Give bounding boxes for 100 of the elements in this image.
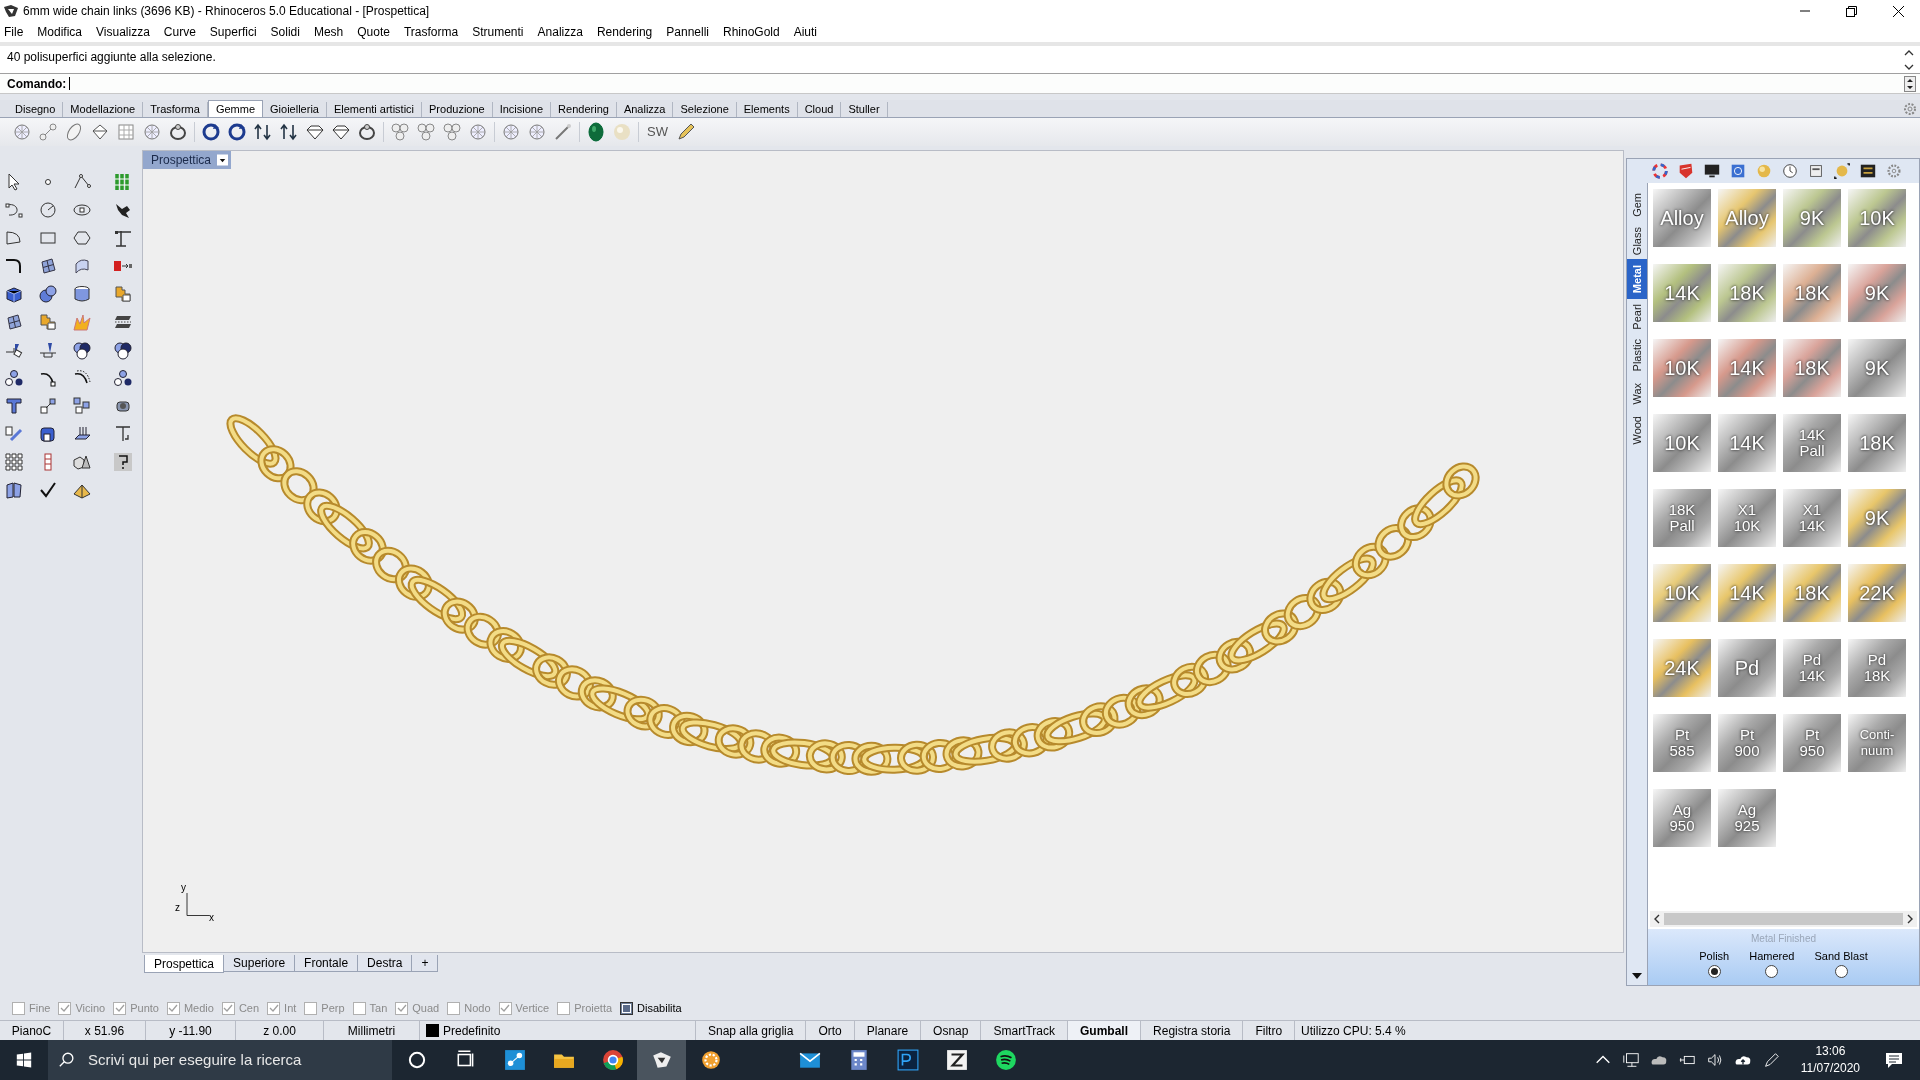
ribbon-tab[interactable]: Analizza	[616, 102, 674, 117]
ribbon-tab[interactable]: Produzione	[422, 102, 493, 117]
settings-icon[interactable]	[1903, 102, 1917, 116]
side-tab[interactable]: Plastic	[1627, 335, 1647, 376]
oval-gem-icon[interactable]	[64, 122, 84, 142]
search-icon[interactable]	[58, 1051, 76, 1069]
gems-icon[interactable]	[416, 122, 436, 142]
menu-item[interactable]: Curve	[163, 23, 196, 41]
diamond-icon[interactable]	[331, 122, 351, 142]
close-icon[interactable]	[1893, 5, 1904, 17]
scroll-arrows-icon[interactable]	[1904, 49, 1914, 71]
cabochon-icon[interactable]	[586, 122, 606, 142]
curve-icon[interactable]	[4, 200, 24, 220]
horizontal-scrollbar[interactable]	[1650, 911, 1917, 927]
circle-icon[interactable]	[38, 200, 58, 220]
restore-icon[interactable]	[1846, 5, 1857, 17]
menu-item[interactable]: Analizza	[537, 23, 583, 41]
puzzle-icon[interactable]	[38, 312, 58, 332]
cutter-icon[interactable]	[90, 122, 110, 142]
color-wheel-icon[interactable]	[1651, 162, 1669, 180]
gem-icon[interactable]	[468, 122, 488, 142]
viewport-tab[interactable]: +	[412, 955, 439, 972]
clock-time[interactable]: 13:06	[1815, 1043, 1846, 1060]
wand-icon[interactable]	[553, 122, 573, 142]
side-tab[interactable]: Gem	[1627, 187, 1647, 223]
resize-icon[interactable]	[1833, 162, 1851, 180]
viewport-tab[interactable]: Destra	[358, 955, 413, 972]
clock-icon[interactable]	[1781, 162, 1799, 180]
notification-icon[interactable]	[1884, 1050, 1904, 1070]
volume-icon[interactable]	[1705, 1051, 1724, 1069]
side-tab[interactable]: Wax	[1627, 375, 1647, 412]
pencil-icon[interactable]	[675, 122, 696, 142]
dropdown-caret-icon[interactable]	[1632, 973, 1642, 979]
logo-badge-icon[interactable]	[1859, 162, 1877, 180]
polygon-icon[interactable]	[72, 228, 92, 248]
side-tab[interactable]: Metal	[1627, 259, 1647, 300]
array-icon[interactable]	[72, 396, 92, 416]
menu-item[interactable]: Superfici	[209, 23, 257, 41]
network-icon[interactable]	[1621, 1051, 1640, 1069]
sheet-icon[interactable]	[72, 256, 92, 276]
ribbon-tab[interactable]: Rendering	[551, 102, 617, 117]
taskbar-search-field[interactable]: Scrivi qui per eseguire la ricerca	[48, 1040, 392, 1080]
gems-icon[interactable]	[442, 122, 462, 142]
scroll-left-icon[interactable]	[1652, 914, 1662, 924]
surface-icon[interactable]	[38, 256, 58, 276]
status-toggle[interactable]: Gumball	[1068, 1021, 1142, 1040]
trim-icon[interactable]	[38, 340, 58, 360]
spin-arrows-icon[interactable]	[1904, 75, 1916, 92]
ribbon-tab[interactable]: Elementi artistici	[326, 102, 423, 117]
spheres-icon[interactable]	[38, 284, 58, 304]
menu-item[interactable]: Rendering	[596, 23, 653, 41]
gem-icon[interactable]	[12, 122, 32, 142]
network-app-icon[interactable]	[503, 1049, 526, 1071]
toolbar-text-button[interactable]: SW	[645, 122, 670, 142]
dropdown-caret-icon[interactable]	[217, 153, 229, 167]
menu-item[interactable]: Aiuti	[793, 23, 818, 41]
gem-icon[interactable]	[501, 122, 521, 142]
boolean-icon[interactable]	[72, 340, 92, 360]
ribbon-tab[interactable]: Disegno	[8, 102, 64, 117]
dimension-icon[interactable]	[113, 424, 133, 444]
rotate-icon[interactable]	[227, 122, 247, 142]
menu-item[interactable]: Visualizza	[96, 23, 150, 41]
menu-item[interactable]: Quote	[357, 23, 390, 41]
clock-date[interactable]: 11/07/2020	[1800, 1060, 1860, 1077]
circles-icon[interactable]	[4, 368, 24, 388]
flow-icon[interactable]	[4, 424, 24, 444]
menu-item[interactable]: File	[4, 23, 24, 41]
music-app-icon[interactable]	[994, 1049, 1017, 1071]
side-tab[interactable]: Glass	[1627, 223, 1647, 260]
radio-button[interactable]	[1834, 964, 1848, 978]
arrows-icon[interactable]	[279, 122, 299, 142]
gem-icon[interactable]	[527, 122, 547, 142]
windows-logo-icon[interactable]	[15, 1051, 33, 1069]
diamond-icon[interactable]	[305, 122, 325, 142]
monitor-icon[interactable]	[1703, 162, 1721, 180]
scroll-right-icon[interactable]	[1905, 914, 1915, 924]
chrome-icon[interactable]	[601, 1049, 624, 1071]
menu-item[interactable]: Modifica	[37, 23, 83, 41]
gear-app-icon[interactable]	[699, 1049, 722, 1071]
puzzle-icon[interactable]	[113, 284, 133, 304]
viewport-tab[interactable]: Prospettica	[144, 955, 225, 973]
ribbon-tab[interactable]: Incisione	[492, 102, 552, 117]
menu-item[interactable]: Strumenti	[472, 23, 524, 41]
arc-icon[interactable]	[4, 228, 24, 248]
check-icon[interactable]	[38, 480, 58, 500]
dot-grid-icon[interactable]	[4, 452, 24, 472]
menu-item[interactable]: Pannelli	[666, 23, 709, 41]
viewport-title-tab[interactable]: Prospettica	[143, 151, 232, 169]
ribbon-tab[interactable]: Selezione	[673, 102, 737, 117]
surface-icon[interactable]	[4, 312, 24, 332]
cylinder-icon[interactable]	[72, 284, 92, 304]
gems-icon[interactable]	[390, 122, 410, 142]
menu-item[interactable]: Solidi	[270, 23, 300, 41]
side-tab[interactable]: Wood	[1627, 411, 1647, 449]
ribbon-tab[interactable]: Modellazione	[63, 102, 144, 117]
settings-icon[interactable]	[1885, 162, 1903, 180]
boolean-icon[interactable]	[113, 340, 133, 360]
text-icon[interactable]	[4, 396, 24, 416]
radio-button[interactable]	[1765, 964, 1779, 978]
ribbon-tab[interactable]: Gemme	[207, 100, 264, 117]
